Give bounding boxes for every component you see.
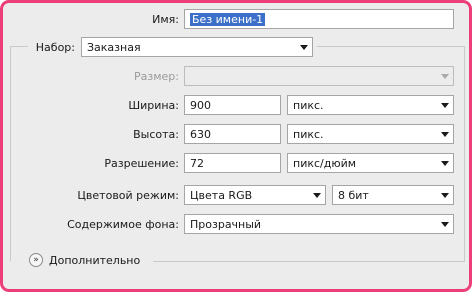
color-mode-value: Цвета RGB <box>190 189 253 202</box>
resolution-label: Разрешение: <box>104 157 179 170</box>
resolution-field[interactable]: 72 <box>184 153 281 173</box>
background-row: Содержимое фона: Прозрачный <box>3 214 469 236</box>
name-field[interactable]: Без имени-1 <box>184 9 454 29</box>
chevron-down-icon <box>441 132 449 137</box>
new-document-dialog: Имя: Без имени-1 Набор: Заказная Размер:… <box>0 0 472 292</box>
width-unit-select[interactable]: пикс. <box>287 95 454 115</box>
chevron-down-icon <box>441 193 449 198</box>
width-unit-value: пикс. <box>293 99 324 112</box>
height-label: Высота: <box>133 128 179 141</box>
chevron-down-icon <box>441 74 449 79</box>
name-label: Имя: <box>152 13 179 26</box>
width-label: Ширина: <box>128 99 179 112</box>
resolution-unit-value: пикс/дюйм <box>293 157 357 170</box>
color-mode-select[interactable]: Цвета RGB <box>184 185 326 205</box>
color-mode-row: Цветовой режим: Цвета RGB 8 бит <box>3 185 469 207</box>
size-label: Размер: <box>134 70 179 83</box>
chevron-down-icon <box>441 222 449 227</box>
color-mode-label: Цветовой режим: <box>77 189 179 202</box>
resolution-unit-select[interactable]: пикс/дюйм <box>287 153 454 173</box>
width-field[interactable]: 900 <box>184 95 281 115</box>
width-row: Ширина: 900 пикс. <box>3 95 469 117</box>
height-field[interactable]: 630 <box>184 124 281 144</box>
name-value: Без имени-1 <box>190 13 266 26</box>
background-value: Прозрачный <box>190 218 262 231</box>
chevron-down-icon <box>313 193 321 198</box>
height-unit-select[interactable]: пикс. <box>287 124 454 144</box>
size-row: Размер: <box>3 66 469 88</box>
preset-label: Набор: <box>35 41 75 54</box>
advanced-label[interactable]: Дополнительно <box>49 254 140 267</box>
chevron-down-icon <box>441 103 449 108</box>
preset-select[interactable]: Заказная <box>81 37 313 57</box>
bit-depth-select[interactable]: 8 бит <box>332 185 454 205</box>
double-chevron-down-icon[interactable]: » <box>29 253 43 267</box>
chevron-down-icon <box>300 45 308 50</box>
background-label: Содержимое фона: <box>67 218 179 231</box>
name-row: Имя: Без имени-1 <box>3 9 469 31</box>
height-row: Высота: 630 пикс. <box>3 124 469 146</box>
bit-depth-value: 8 бит <box>338 189 369 202</box>
resolution-row: Разрешение: 72 пикс/дюйм <box>3 153 469 175</box>
background-select[interactable]: Прозрачный <box>184 214 454 234</box>
chevron-down-icon <box>441 161 449 166</box>
size-select[interactable] <box>184 66 454 86</box>
height-unit-value: пикс. <box>293 128 324 141</box>
preset-row: Набор: Заказная <box>3 37 469 59</box>
group-divider-bottom <box>153 261 465 262</box>
preset-value: Заказная <box>87 41 141 54</box>
